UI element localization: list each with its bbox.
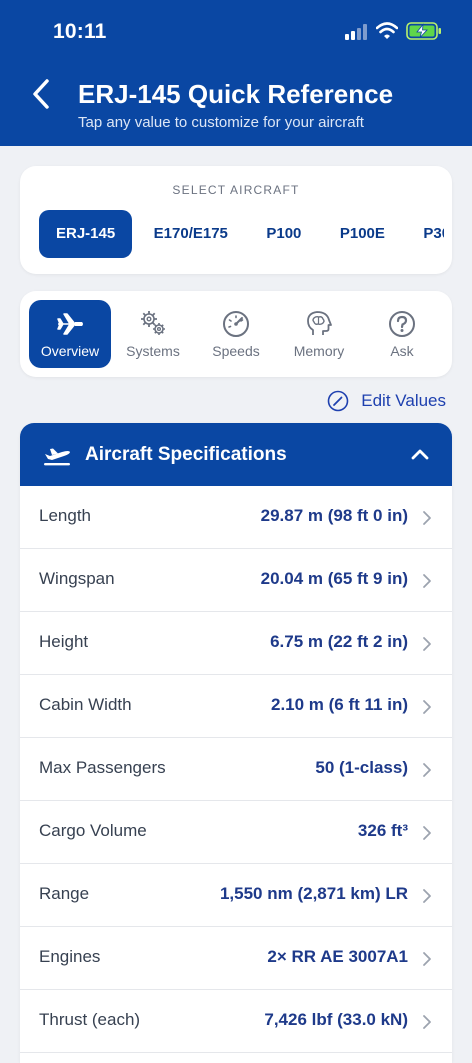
spec-label: Height	[39, 632, 89, 651]
spec-value[interactable]: 1,550 nm (2,871 km) LR	[220, 884, 408, 904]
spec-row[interactable]: Wingspan 20.04 m (65 ft 9 in)	[20, 549, 452, 612]
aircraft-chip-e170-e175[interactable]: E170/E175	[137, 210, 245, 258]
aircraft-chip-p300[interactable]: P300	[406, 210, 444, 258]
aircraft-chip-row[interactable]: ERJ-145 E170/E175 P100 P100E P300	[39, 210, 444, 260]
chevron-up-icon[interactable]	[410, 445, 430, 463]
specs-section-header[interactable]: Aircraft Specifications	[20, 423, 452, 486]
tab-ask-label: Ask	[390, 343, 414, 359]
aircraft-chip-p100[interactable]: P100	[249, 210, 318, 258]
spec-label: Length	[39, 506, 91, 525]
wifi-icon	[376, 22, 398, 39]
spec-row[interactable]: Max Passengers 50 (1-class)	[20, 738, 452, 801]
spec-value[interactable]: 326 ft³	[358, 821, 408, 841]
tab-systems[interactable]: Systems	[112, 300, 194, 368]
tab-speeds[interactable]: Speeds	[195, 300, 277, 368]
select-aircraft-label: SELECT AIRCRAFT	[172, 183, 300, 197]
chevron-right-icon	[423, 637, 431, 651]
spec-value[interactable]: 2.10 m (6 ft 11 in)	[271, 695, 408, 715]
brain-icon	[307, 311, 332, 335]
aircraft-selector-card: SELECT AIRCRAFT ERJ-145 E170/E175 P100 P…	[20, 166, 452, 274]
spec-row[interactable]: Thrust (each) 7,426 lbf (33.0 kN)	[20, 990, 452, 1053]
tab-systems-label: Systems	[126, 343, 180, 359]
chevron-right-icon	[423, 826, 431, 840]
spec-row[interactable]: Engines 2× RR AE 3007A1	[20, 927, 452, 990]
spec-value[interactable]: 7,426 lbf (33.0 kN)	[264, 1010, 408, 1030]
edit-values-button[interactable]: Edit Values	[327, 388, 446, 414]
spec-row[interactable]: Cabin Width 2.10 m (6 ft 11 in)	[20, 675, 452, 738]
chevron-right-icon	[423, 574, 431, 588]
spec-row[interactable]: Range 1,550 nm (2,871 km) LR	[20, 864, 452, 927]
spec-label: Max Passengers	[39, 758, 166, 777]
back-arrow-icon[interactable]	[30, 78, 52, 110]
tab-memory-label: Memory	[293, 343, 345, 359]
specs-list: Length 29.87 m (98 ft 0 in) Wingspan 20.04 …	[20, 486, 452, 1053]
page-title: ERJ-145 Quick Reference	[78, 79, 394, 109]
spec-row[interactable]: Length 29.87 m (98 ft 0 in)	[20, 486, 452, 549]
spec-value[interactable]: 50 (1-class)	[315, 758, 408, 778]
battery-charging-icon	[406, 22, 441, 40]
spec-value[interactable]: 20.04 m (65 ft 9 in)	[261, 569, 408, 589]
spec-label: Range	[39, 884, 90, 903]
spec-row[interactable]: Cargo Volume 326 ft³	[20, 801, 452, 864]
page-subtitle: Tap any value to customize for your airc…	[78, 114, 364, 131]
tab-speeds-label: Speeds	[212, 343, 260, 359]
spec-label: Cabin Width	[39, 695, 132, 714]
speedometer-icon	[223, 311, 249, 337]
edit-pencil-icon	[327, 390, 349, 412]
status-time: 10:11	[53, 20, 107, 43]
spec-value[interactable]: 2× RR AE 3007A1	[267, 947, 408, 967]
status-bar: 10:11	[0, 0, 472, 62]
aircraft-chip-p100e[interactable]: P100E	[323, 210, 402, 258]
cellular-signal-icon	[345, 24, 367, 40]
airplane-icon	[57, 313, 83, 335]
edit-values-label: Edit Values	[361, 391, 446, 410]
tab-overview-label: Overview	[40, 343, 100, 359]
specs-section-title: Aircraft Specifications	[85, 444, 287, 465]
airplane-takeoff-icon	[44, 448, 70, 466]
spec-value[interactable]: 29.87 m (98 ft 0 in)	[261, 506, 408, 526]
spec-label: Wingspan	[39, 569, 115, 588]
question-icon	[389, 311, 415, 337]
chevron-right-icon	[423, 511, 431, 525]
spec-label: Cargo Volume	[39, 821, 147, 840]
tab-ask[interactable]: Ask	[361, 300, 443, 368]
spec-label: Thrust (each)	[39, 1010, 141, 1029]
chevron-right-icon	[423, 700, 431, 714]
chevron-right-icon	[423, 889, 431, 903]
chevron-right-icon	[423, 1015, 431, 1029]
spec-label: Engines	[39, 947, 101, 966]
aircraft-specifications-section: Aircraft Specifications Length 29.87 m (9…	[20, 423, 452, 1063]
section-tab-bar: Overview Systems Speeds Memory Ask	[20, 291, 452, 377]
app-header: 10:11 ERJ-145 Quick Reference Tap any va…	[0, 0, 472, 146]
chevron-right-icon	[423, 763, 431, 777]
tab-overview[interactable]: Overview	[29, 300, 111, 368]
spec-value[interactable]: 6.75 m (22 ft 2 in)	[270, 632, 408, 652]
gears-icon	[141, 311, 165, 335]
aircraft-chip-erj145[interactable]: ERJ-145	[39, 210, 133, 258]
tab-memory[interactable]: Memory	[278, 300, 360, 368]
spec-row[interactable]: Height 6.75 m (22 ft 2 in)	[20, 612, 452, 675]
chevron-right-icon	[423, 952, 431, 966]
